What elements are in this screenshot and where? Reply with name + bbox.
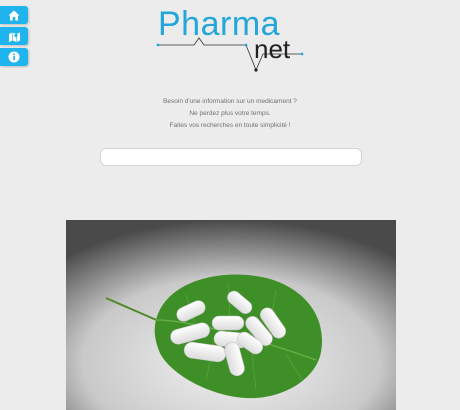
search-input[interactable] <box>100 148 362 166</box>
map-icon <box>8 32 20 42</box>
home-button[interactable] <box>0 6 28 24</box>
tagline-line-3: Faites vos recherches en toute simplicit… <box>169 122 291 129</box>
tagline-line-2: Ne perdez plus votre temps. <box>189 110 271 117</box>
map-button[interactable] <box>0 27 28 45</box>
tagline: Besoin d'une information sur un medicame… <box>0 96 460 132</box>
pharmanet-logo[interactable]: Pharma net <box>150 4 310 74</box>
home-icon <box>8 10 20 20</box>
tagline-line-1: Besoin d'une information sur un medicame… <box>163 98 297 105</box>
info-icon <box>8 51 20 63</box>
hero-image-pills-on-leaf <box>66 220 396 410</box>
logo-text-net: net <box>254 34 291 64</box>
info-button[interactable] <box>0 48 28 66</box>
side-nav <box>0 6 28 66</box>
